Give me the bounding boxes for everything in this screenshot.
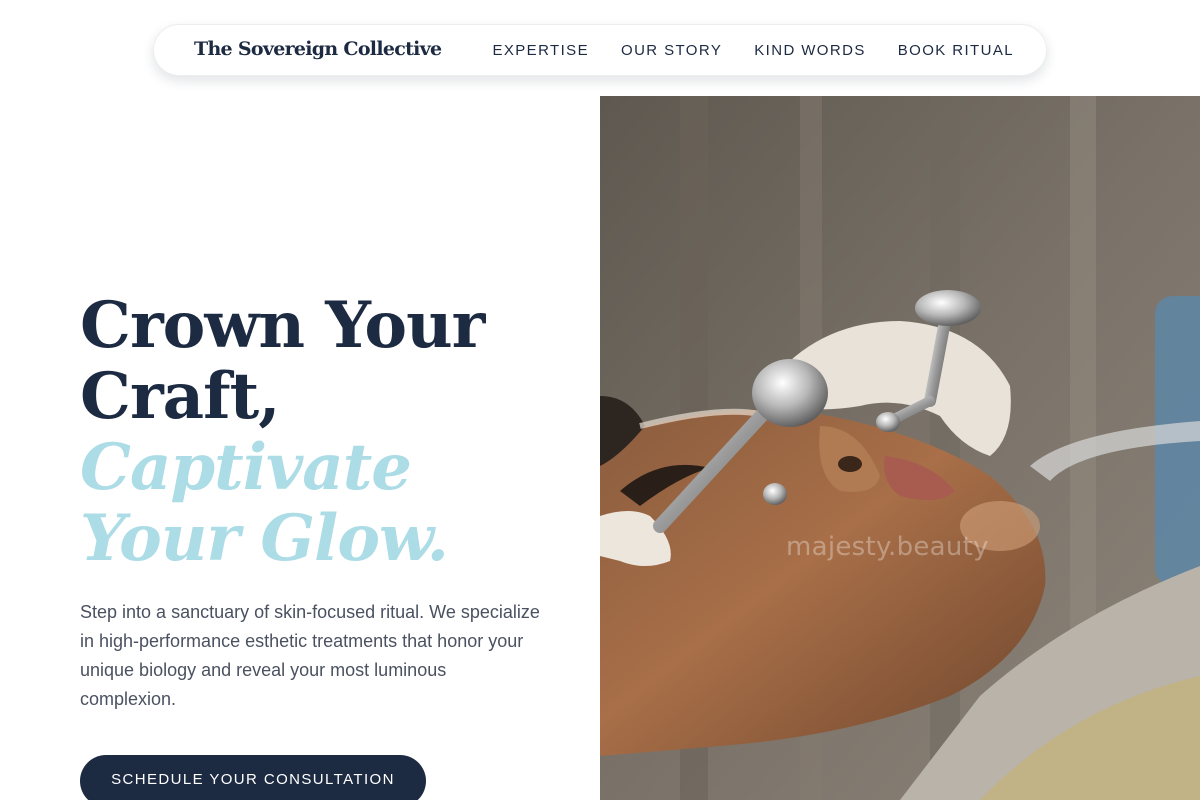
image-watermark: majesty.beauty [786,532,989,562]
nav-link-our-story[interactable]: OUR STORY [621,42,722,59]
hero-photo-facial-treatment: majesty.beauty [600,96,1200,800]
schedule-consultation-button[interactable]: SCHEDULE YOUR CONSULTATION [80,755,426,800]
hero-headline: Crown Your Craft, Captivate Your Glow. [80,288,485,576]
hero-intro-text: Step into a sanctuary of skin-focused ri… [80,602,540,709]
brand-logo[interactable]: The Sovereign Collective [194,38,442,60]
headline-line-1: Crown Your [80,288,485,363]
headline-accent-line-1: Captivate [80,430,412,505]
headline-line-2: Craft, [80,359,281,434]
top-navigation: The Sovereign Collective EXPERTISE OUR S… [153,24,1047,76]
nav-link-kind-words[interactable]: KIND WORDS [754,42,866,59]
nav-links: EXPERTISE OUR STORY KIND WORDS BOOK RITU… [492,25,1014,75]
facial-treatment-illustration [600,96,1200,800]
headline-accent-line-2: Your Glow. [80,501,449,576]
nav-link-expertise[interactable]: EXPERTISE [492,42,589,59]
nav-link-book-ritual[interactable]: BOOK RITUAL [898,42,1014,59]
